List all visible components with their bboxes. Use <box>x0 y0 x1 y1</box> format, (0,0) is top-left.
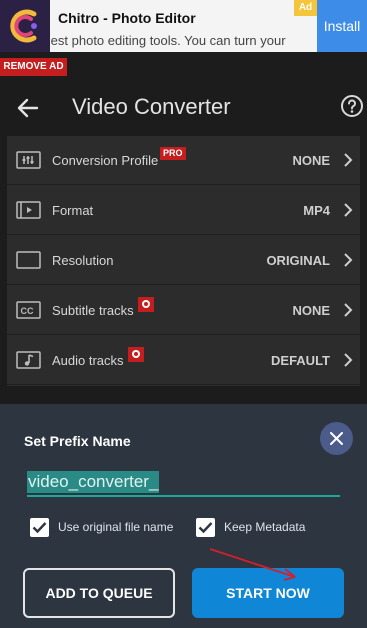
setting-row-resolution[interactable]: Resolution ORIGINAL <box>7 236 360 285</box>
setting-value: MP4 <box>303 203 330 218</box>
add-to-queue-button[interactable]: ADD TO QUEUE <box>23 568 175 618</box>
ad-banner[interactable]: Chitro - Photo Editor Best photo editing… <box>0 0 367 52</box>
setting-value: NONE <box>292 303 330 318</box>
close-icon <box>330 432 343 445</box>
setting-row-audio-tracks[interactable]: Audio tracks DEFAULT <box>7 336 360 385</box>
pro-badge: PRO <box>160 147 186 160</box>
setting-value: ORIGINAL <box>266 253 330 268</box>
page-title: Video Converter <box>72 94 231 119</box>
help-circle-icon[interactable] <box>340 94 366 120</box>
prefix-name-sheet: Set Prefix Name video_converter_ Use ori… <box>0 404 367 628</box>
film-icon <box>16 200 42 220</box>
checkbox-checked-icon[interactable] <box>196 517 215 537</box>
chevron-right-icon <box>343 352 353 368</box>
setting-value: NONE <box>292 153 330 168</box>
app-logo <box>0 0 50 52</box>
prefix-name-input[interactable]: video_converter_ <box>27 469 340 497</box>
prefix-input-value: video_converter_ <box>27 471 160 493</box>
checkbox-checked-icon[interactable] <box>30 517 49 537</box>
ad-description: Best photo editing tools. You can turn y… <box>50 33 286 48</box>
chevron-right-icon <box>343 302 353 318</box>
checkbox-label: Keep Metadata <box>224 520 306 534</box>
conversion-settings-list: Conversion Profile PRO NONE Format MP4 R… <box>7 136 360 386</box>
setting-label: Resolution <box>52 253 114 268</box>
ad-title: Chitro - Photo Editor <box>58 10 196 26</box>
sliders-icon <box>16 150 42 170</box>
ad-tag: Ad <box>294 0 317 16</box>
music-note-icon <box>16 350 42 370</box>
sheet-title: Set Prefix Name <box>24 433 131 449</box>
new-dot-badge <box>138 297 154 312</box>
new-dot-badge <box>128 347 144 362</box>
remove-ad-button[interactable]: REMOVE AD <box>0 58 67 76</box>
aspect-frame-icon <box>16 250 42 270</box>
setting-row-format[interactable]: Format MP4 <box>7 186 360 235</box>
start-now-button[interactable]: START NOW <box>192 568 344 618</box>
keep-metadata-checkbox[interactable]: Keep Metadata <box>196 517 305 537</box>
setting-row-conversion-profile[interactable]: Conversion Profile PRO NONE <box>7 136 360 185</box>
checkbox-label: Use original file name <box>58 520 174 534</box>
chevron-right-icon <box>343 252 353 268</box>
setting-label: Audio tracks <box>52 353 124 368</box>
chevron-right-icon <box>343 152 353 168</box>
setting-label: Conversion Profile <box>52 153 159 168</box>
install-button[interactable]: Install <box>317 0 367 52</box>
svg-text:CC: CC <box>21 306 34 316</box>
closed-caption-icon: CC <box>16 300 42 320</box>
use-original-name-checkbox[interactable]: Use original file name <box>30 517 173 537</box>
chevron-right-icon <box>343 202 353 218</box>
setting-value: DEFAULT <box>271 353 330 368</box>
arrow-left-icon[interactable] <box>14 94 42 122</box>
setting-row-subtitle-tracks[interactable]: CC Subtitle tracks NONE <box>7 286 360 335</box>
app-toolbar: Video Converter <box>0 80 367 136</box>
close-button[interactable] <box>320 422 353 455</box>
setting-label: Subtitle tracks <box>52 303 134 318</box>
setting-label: Format <box>52 203 94 218</box>
